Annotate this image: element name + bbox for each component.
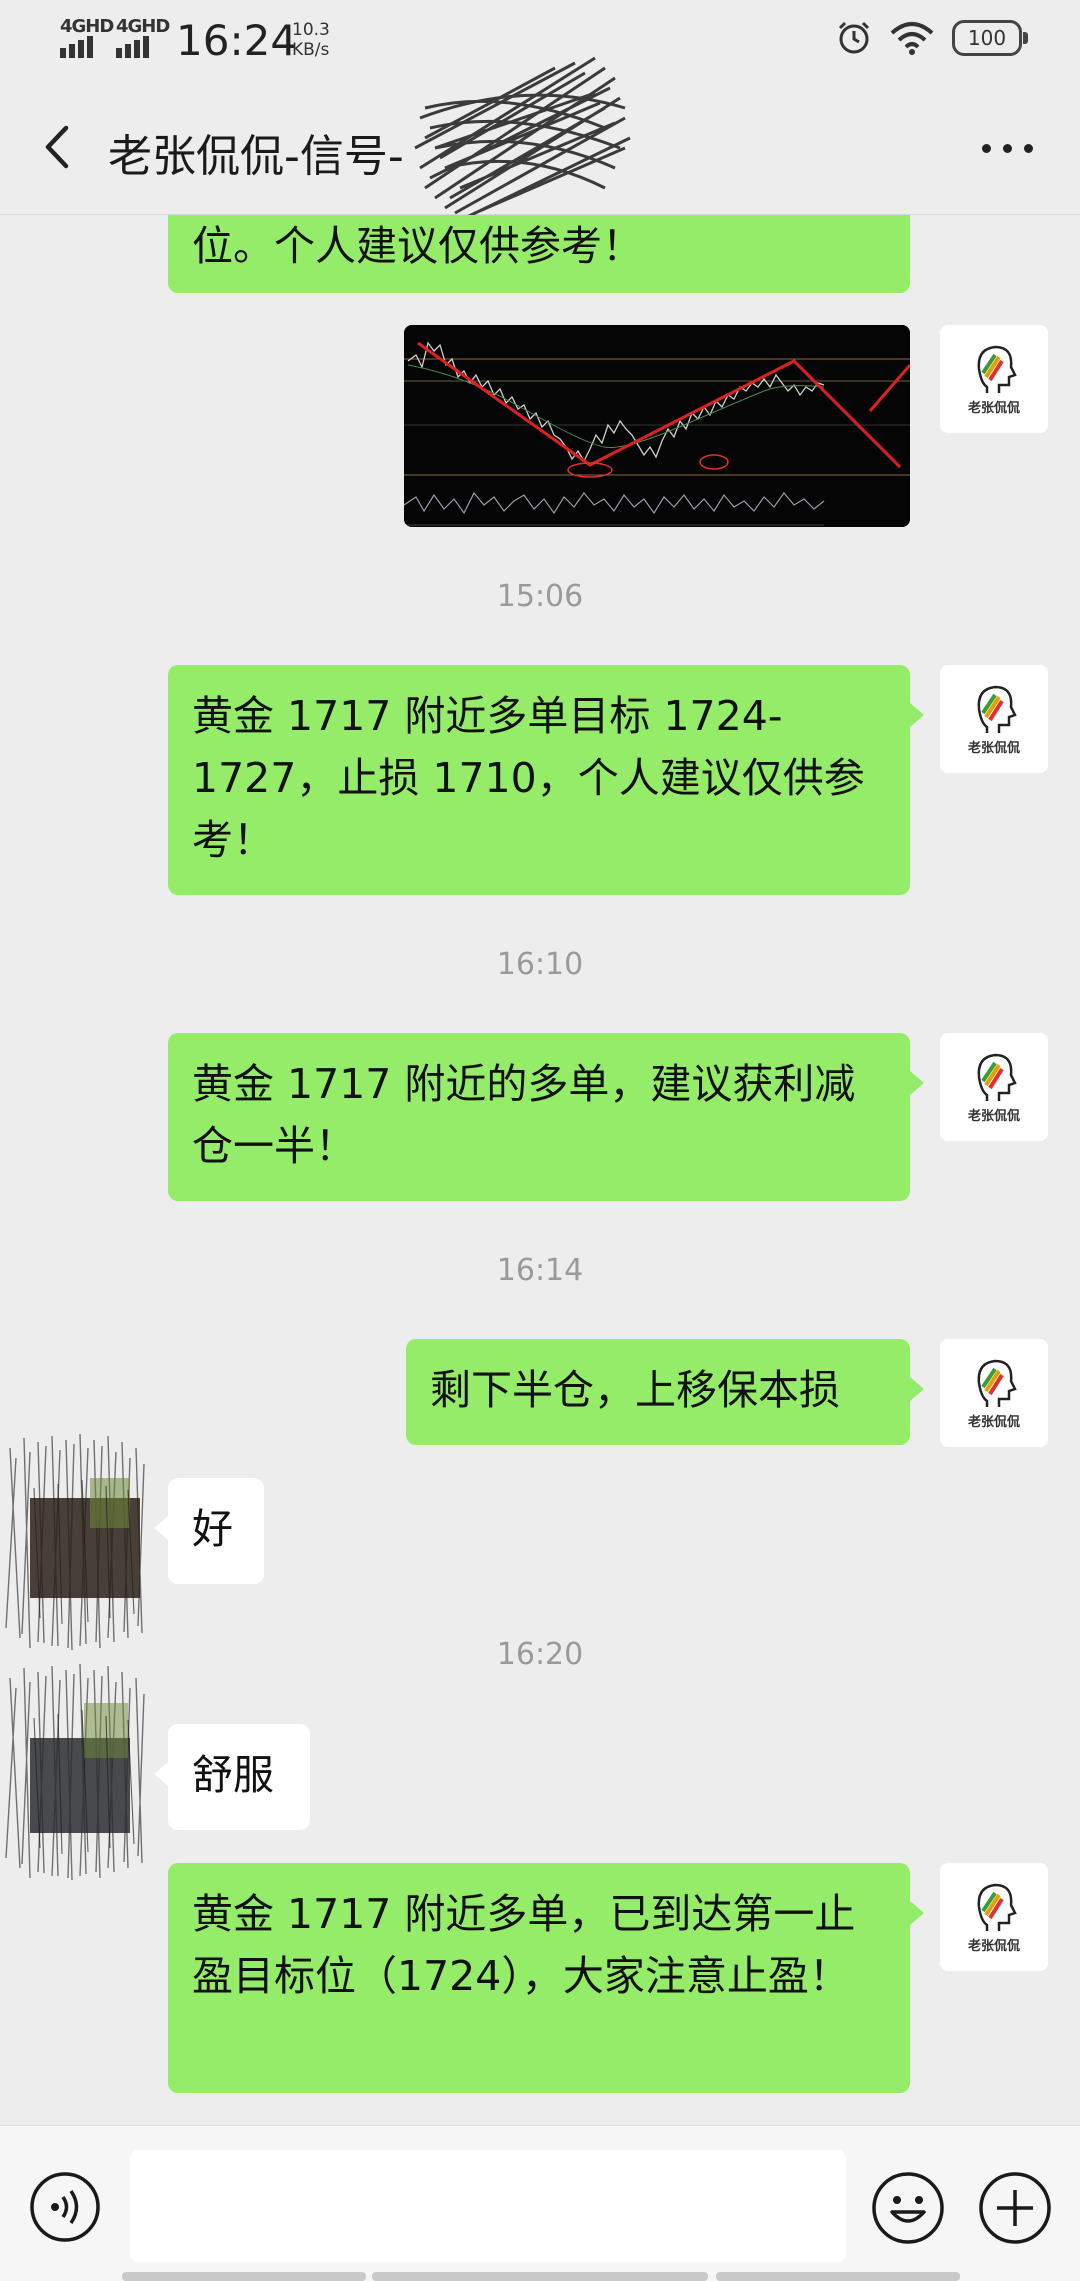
avatar-logo-text: 老张侃侃 <box>967 1108 1020 1124</box>
emoji-icon <box>872 2172 944 2244</box>
head-logo-icon <box>977 1359 1017 1407</box>
head-logo-icon <box>977 345 1017 393</box>
avatar-self[interactable]: 老张侃侃 <box>940 665 1048 773</box>
back-button[interactable] <box>30 114 90 180</box>
message-text: 黄金 1717 附近多单目标 1724-1727，止损 1710，个人建议仅供参… <box>192 692 865 864</box>
message-bubble-self[interactable]: 黄金 1717 附近的多单，建议获利减仓一半！ <box>168 1033 924 1201</box>
input-bar <box>0 2125 1080 2281</box>
chat-header: 老张侃侃-信号- <box>0 56 1080 220</box>
emoji-button[interactable] <box>870 2170 946 2246</box>
avatar-other[interactable] <box>0 1658 156 1883</box>
avatar-self[interactable]: 老张侃侃 <box>940 325 1048 433</box>
alarm-icon <box>838 21 870 54</box>
chat-messages[interactable]: 位。个人建议仅供参考！ 老张侃侃 15:06 老张侃侃 黄金 1717 附近多单… <box>0 215 1080 2125</box>
message-text: 黄金 1717 附近的多单，建议获利减仓一半！ <box>192 1060 856 1170</box>
message-text: 剩下半仓，上移保本损 <box>430 1366 840 1414</box>
message-text: 位。个人建议仅供参考！ <box>192 222 643 270</box>
avatar-self[interactable]: 老张侃侃 <box>940 1033 1048 1141</box>
head-logo-icon <box>977 685 1017 733</box>
signal-icon <box>116 36 149 58</box>
avatar-logo-text: 老张侃侃 <box>967 740 1020 756</box>
message-input[interactable] <box>130 2150 846 2262</box>
timestamp: 16:20 <box>496 1637 584 1672</box>
more-icon <box>981 143 991 153</box>
battery-icon: 100 <box>952 20 1028 56</box>
message-text: 舒服 <box>192 1751 274 1799</box>
chat-title: 老张侃侃-信号- <box>108 131 404 182</box>
avatar-logo-text: 老张侃侃 <box>967 400 1020 416</box>
chart-image-message[interactable] <box>404 325 910 527</box>
network-speed-value: 10.3 <box>292 20 330 40</box>
network-speed: 10.3 KB/s <box>292 20 330 60</box>
avatar-photo <box>5 1433 145 1651</box>
more-features-button[interactable] <box>977 2170 1053 2246</box>
avatar-logo-text: 老张侃侃 <box>967 1414 1020 1430</box>
signal-icon <box>60 36 93 58</box>
message-bubble-self[interactable]: 剩下半仓，上移保本损 <box>406 1339 924 1445</box>
network-label-1: 4GHD <box>60 16 114 37</box>
message-bubble-self[interactable]: 黄金 1717 附近多单，已到达第一止盈目标位（1724），大家注意止盈！ <box>168 1863 924 2093</box>
wifi-icon <box>890 22 934 55</box>
head-logo-icon <box>977 1883 1017 1931</box>
timestamp: 16:14 <box>496 1253 584 1288</box>
redaction-scribble <box>414 56 631 220</box>
avatar-photo <box>5 1663 145 1881</box>
clock: 16:24 <box>176 16 298 65</box>
avatar-self[interactable]: 老张侃侃 <box>940 1863 1048 1971</box>
avatar-self[interactable]: 老张侃侃 <box>940 1339 1048 1447</box>
avatar-logo-text: 老张侃侃 <box>967 1938 1020 1954</box>
message-bubble-other[interactable]: 舒服 <box>154 1724 310 1830</box>
message-bubble-self[interactable]: 位。个人建议仅供参考！ <box>168 215 910 293</box>
message-bubble-self[interactable]: 黄金 1717 附近多单目标 1724-1727，止损 1710，个人建议仅供参… <box>168 665 924 895</box>
head-logo-icon <box>977 1053 1017 1101</box>
network-label-2: 4GHD <box>116 16 170 37</box>
back-arrow-icon <box>45 125 69 169</box>
more-button[interactable] <box>972 128 1042 168</box>
network-speed-unit: KB/s <box>292 40 330 60</box>
message-bubble-other[interactable]: 好 <box>154 1478 264 1584</box>
voice-button[interactable] <box>28 2170 102 2244</box>
timestamp: 16:10 <box>496 947 584 982</box>
timestamp: 15:06 <box>496 579 584 614</box>
voice-icon <box>30 2172 100 2242</box>
candlestick-chart-image <box>404 325 910 527</box>
message-text: 好 <box>192 1505 233 1553</box>
plus-icon <box>979 2172 1051 2244</box>
avatar-other[interactable] <box>0 1428 156 1653</box>
message-text: 黄金 1717 附近多单，已到达第一止盈目标位（1724），大家注意止盈！ <box>192 1890 856 2000</box>
